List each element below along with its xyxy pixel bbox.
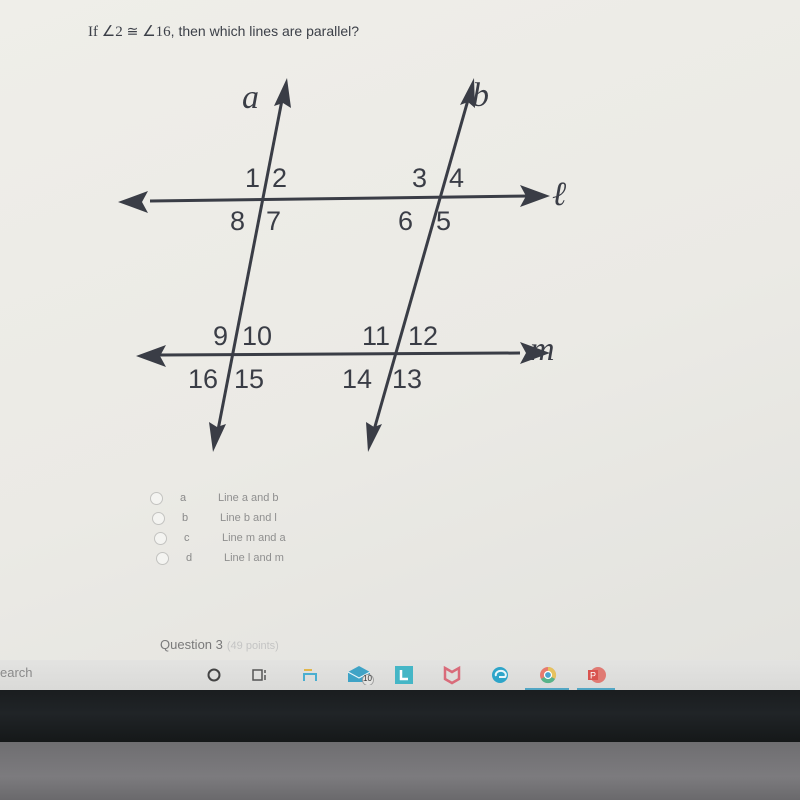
radio-button[interactable] (152, 511, 165, 525)
answer-options: a Line a and b b Line b and l c Line m a… (150, 488, 286, 568)
taskbar-search[interactable]: earch (0, 665, 33, 680)
angle-label: 4 (449, 163, 464, 193)
radio-button[interactable] (154, 531, 167, 545)
label-line-l: ℓ (552, 176, 566, 213)
label-line-m: m (530, 331, 555, 368)
option-d[interactable]: d Line l and m (156, 548, 284, 568)
angle-label: 10 (242, 321, 272, 351)
angle-label: 7 (266, 206, 281, 236)
angle-label: 2 (272, 163, 287, 193)
label-line-b: b (472, 77, 489, 114)
angle-label: 11 (362, 321, 390, 351)
question-text: If ∠2 ≅ ∠16, then which lines are parall… (88, 23, 360, 40)
laptop-bezel (0, 690, 800, 742)
angle-label: 1 (245, 163, 260, 193)
angle-label: 16 (188, 364, 218, 394)
option-c[interactable]: c Line m and a (154, 528, 286, 548)
label-line-a: a (242, 79, 259, 116)
option-a[interactable]: a Line a and b (150, 488, 279, 508)
edge-icon[interactable] (490, 665, 510, 685)
option-b[interactable]: b Line b and l (152, 508, 277, 528)
task-view-icon[interactable] (250, 665, 270, 685)
angle-label: 13 (392, 364, 422, 394)
cortana-icon[interactable] (204, 665, 224, 685)
angle-label: 14 (342, 364, 372, 394)
angle-label: 12 (408, 321, 438, 351)
angle-label: 9 (213, 321, 228, 351)
angle-label: 8 (230, 206, 245, 236)
chrome-icon[interactable] (538, 665, 558, 685)
radio-button[interactable] (150, 491, 163, 505)
angle-16: ∠16 (142, 24, 171, 40)
angle-label: 3 (412, 163, 427, 193)
svg-text:P: P (590, 671, 596, 681)
powerpoint-icon[interactable]: P (586, 665, 606, 685)
angle-label: 5 (436, 206, 451, 236)
mcafee-icon[interactable] (442, 665, 462, 685)
windows-taskbar: earch 10 P (0, 660, 800, 690)
line-l (149, 194, 531, 203)
quiz-page: If ∠2 ≅ ∠16, then which lines are parall… (0, 0, 800, 690)
angle-2: ∠2 (101, 24, 123, 40)
radio-button[interactable] (156, 551, 169, 565)
line-m (159, 351, 521, 357)
mail-icon[interactable]: 10 (346, 665, 376, 685)
laptop-body (0, 742, 800, 800)
angle-label: 6 (398, 206, 413, 236)
parallel-lines-diagram: a b ℓ m 1 2 8 7 3 4 6 5 9 10 16 15 11 12… (100, 70, 580, 470)
question-header-cropped (88, 0, 92, 8)
l-app-icon[interactable] (394, 665, 414, 685)
line-l-left-arrow (118, 191, 148, 213)
diagram-svg: a b ℓ m 1 2 8 7 3 4 6 5 9 10 16 15 11 12… (118, 77, 566, 452)
mail-badge: 10 (363, 674, 372, 683)
next-question-heading: Question 3 (49 points) (160, 637, 279, 652)
angle-label: 15 (234, 364, 264, 394)
file-explorer-icon[interactable] (300, 665, 320, 685)
